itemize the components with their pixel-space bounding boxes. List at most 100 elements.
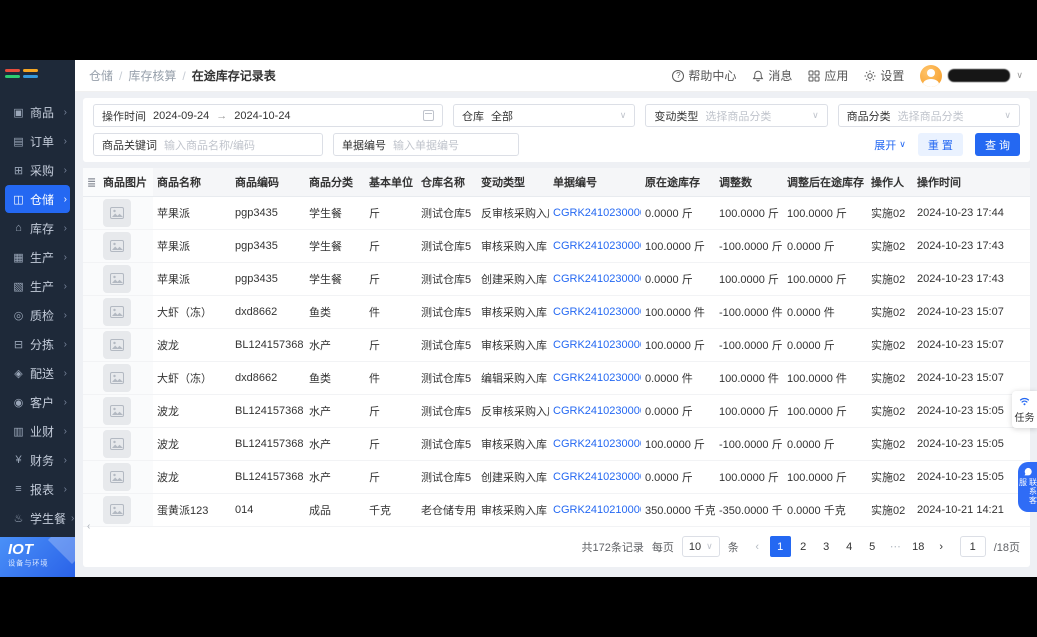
cell-unit: 斤 (365, 328, 417, 362)
doc-number-link[interactable]: CGRK24102300001 (553, 306, 641, 318)
sidebar-item-warehouse[interactable]: ◫ 仓储 › (5, 185, 70, 213)
search-button[interactable]: 查 询 (974, 133, 1020, 156)
cell-change-type: 反审核采购入库 (477, 196, 549, 230)
user-menu[interactable]: ∨ (920, 64, 1023, 87)
cell-unit: 斤 (365, 229, 417, 263)
cell-product-code: dxd8662 (231, 295, 305, 329)
image-icon (110, 306, 124, 318)
cell-before-qty: 100.0000 斤 (641, 328, 715, 362)
task-signal-icon (1019, 397, 1030, 406)
sidebar-item-delivery[interactable]: ◈ 配送 › (5, 359, 70, 387)
sidebar-item-goods[interactable]: ▣ 商品 › (5, 98, 70, 126)
doc-number-link[interactable]: CGRK24102300001 (553, 405, 641, 417)
table-row: 波龙 BL124157368 水产斤测试仓库5 审核采购入库 CGRK241023000… (83, 328, 1030, 362)
sidebar-item-customers[interactable]: ◉ 客户 › (5, 388, 70, 416)
category-select[interactable]: 商品分类 选择商品分类 ∨ (837, 104, 1020, 127)
breadcrumb-item[interactable]: 库存核算 (128, 67, 176, 84)
chevron-down-icon: ∨ (812, 110, 819, 120)
expand-filters-link[interactable]: 展开 ∨ (874, 137, 906, 153)
sidebar-item-label: 财务 (30, 453, 55, 468)
cell-before-qty: 100.0000 斤 (641, 229, 715, 263)
doc-number-link[interactable]: CGRK24102300001 (553, 372, 641, 384)
page-button-1[interactable]: 1 (769, 536, 791, 557)
brand-logo-dash (5, 68, 20, 72)
sidebar-item-production-2[interactable]: ▧ 生产 › (5, 272, 70, 300)
page-button-5[interactable]: 5 (862, 536, 883, 557)
settings-label: 设置 (880, 69, 905, 83)
doc-number-link[interactable]: CGRK24102300002 (553, 207, 641, 219)
column-header: 操作人 (867, 168, 913, 197)
cell-before-qty: 0.0000 件 (641, 361, 715, 395)
category-placeholder: 选择商品分类 (897, 110, 964, 123)
page-button-4[interactable]: 4 (839, 536, 860, 557)
cell-adjust-qty: 100.0000 斤 (715, 262, 783, 296)
calendar-icon (423, 110, 434, 121)
page-jump-input[interactable]: 1 (959, 536, 986, 557)
doc-number-link[interactable]: CGRK24102300001 (553, 471, 641, 483)
sidebar-item-reports[interactable]: ≡ 报表 › (5, 475, 70, 503)
customers-icon: ◉ (13, 396, 24, 409)
sidebar-item-orders[interactable]: ▤ 订单 › (5, 127, 70, 155)
doc-number-input[interactable]: 单据编号 输入单据编号 (333, 133, 519, 156)
chevron-right-icon: › (63, 309, 67, 321)
chevron-right-icon: › (63, 106, 67, 118)
cell-before-qty: 100.0000 件 (641, 295, 715, 329)
breadcrumb-item[interactable]: 仓储 (89, 67, 113, 84)
doc-number-link[interactable]: CGRK24102300002 (553, 240, 641, 252)
page-button-3[interactable]: 3 (816, 536, 837, 557)
sidebar: ▣ 商品 › ▤ 订单 › ⊞ 采购 › ◫ 仓储 › ⌂ 库存 › ▦ 生产 › ▧ 生产 › ◎ 质检 › ⊟ 分拣 › ◈ 配送 ›… (0, 60, 75, 577)
help-center-button[interactable]: ? 帮助中心 (672, 67, 736, 84)
cell-operator: 实施02 (867, 394, 913, 428)
date-range-filter[interactable]: 操作时间 2024-09-24 → 2024-10-24 (93, 104, 443, 127)
task-float-button[interactable]: 任务 (1012, 391, 1037, 428)
cell-product-image (99, 460, 153, 494)
cell-unit: 件 (365, 295, 417, 329)
sidebar-item-quality[interactable]: ◎ 质检 › (5, 301, 70, 329)
messages-button[interactable]: 消息 (752, 67, 792, 84)
image-icon (110, 504, 124, 516)
settings-button[interactable]: 设置 (864, 67, 904, 84)
sidebar-item-student-meal[interactable]: ♨ 学生餐 › (5, 504, 75, 532)
sidebar-item-biz-finance[interactable]: ▥ 业财 › (5, 417, 70, 445)
sidebar-item-sorting[interactable]: ⊟ 分拣 › (5, 330, 70, 358)
cell-operator: 实施02 (867, 361, 913, 395)
warehouse-select[interactable]: 仓库 全部 ∨ (453, 104, 636, 127)
sidebar-item-inventory[interactable]: ⌂ 库存 › (5, 214, 70, 242)
prev-page-button[interactable]: ‹ (747, 536, 768, 557)
cell-change-type: 审核采购入库 (477, 229, 549, 263)
page-button-2[interactable]: 2 (793, 536, 814, 557)
breadcrumb-separator: / (119, 68, 123, 83)
cell-warehouse: 测试仓库5 (417, 394, 477, 428)
apps-button[interactable]: 应用 (808, 67, 848, 84)
sidebar-item-production[interactable]: ▦ 生产 › (5, 243, 70, 271)
customer-service-float-button[interactable]: 联系客服 (1018, 462, 1037, 512)
cell-product-name: 大虾（冻） (153, 295, 231, 329)
doc-number-link[interactable]: CGRK24102300001 (553, 438, 641, 450)
sidebar-item-procurement[interactable]: ⊞ 采购 › (5, 156, 70, 184)
column-settings-icon[interactable]: ≣ (87, 177, 96, 189)
cell-time: 2024-10-23 17:43 (913, 262, 1030, 296)
sidebar-item-label: 订单 (30, 134, 55, 149)
change-type-select[interactable]: 变动类型 选择商品分类 ∨ (645, 104, 828, 127)
reset-button[interactable]: 重 置 (917, 133, 963, 156)
doc-number-link[interactable]: CGRK24102300002 (553, 273, 641, 285)
doc-number-link[interactable]: CGRK24102100002 (553, 504, 641, 516)
per-page-select[interactable]: 10 ∨ (681, 536, 720, 557)
table-scroll-left-hint[interactable]: ‹ (87, 521, 90, 532)
doc-number-placeholder: 输入单据编号 (393, 139, 459, 152)
next-page-button[interactable]: › (931, 536, 952, 557)
cell-product-name: 苹果派 (153, 262, 231, 296)
chevron-down-icon: ∨ (1004, 110, 1011, 120)
doc-number-link[interactable]: CGRK24102300001 (553, 339, 641, 351)
cell-product-image (99, 196, 153, 230)
keyword-placeholder: 输入商品名称/编码 (164, 139, 256, 152)
chevron-down-icon: ∨ (899, 139, 906, 149)
image-icon (110, 339, 124, 351)
cell-warehouse: 测试仓库5 (417, 229, 477, 263)
sidebar-item-finance[interactable]: ¥ 财务 › (5, 446, 70, 474)
cell-time: 2024-10-23 15:07 (913, 328, 1030, 362)
page-button-18[interactable]: 18 (908, 536, 929, 557)
app-window: ▣ 商品 › ▤ 订单 › ⊞ 采购 › ◫ 仓储 › ⌂ 库存 › ▦ 生产 › ▧ 生产 › ◎ 质检 › ⊟ 分拣 › ◈ 配送 ›… (0, 60, 1037, 577)
cell-unit: 件 (365, 361, 417, 395)
keyword-input[interactable]: 商品关键词 输入商品名称/编码 (93, 133, 323, 156)
